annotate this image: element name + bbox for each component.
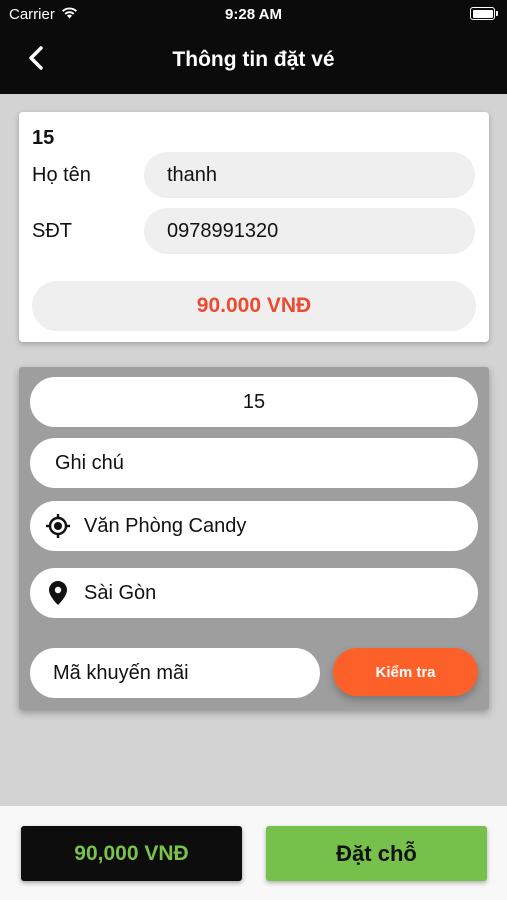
seat-field[interactable]: 15 (30, 377, 478, 427)
booking-details-card: 15 Ghi chú Văn Phòng Candy Sài Gòn Mã kh (19, 367, 489, 710)
phone-value: 0978991320 (167, 219, 279, 242)
battery-icon (470, 7, 498, 20)
note-field[interactable]: Ghi chú (30, 438, 478, 488)
pickup-value: Văn Phòng Candy (84, 514, 247, 537)
name-value: thanh (167, 163, 218, 186)
seat-number: 15 (32, 127, 55, 149)
check-promo-button[interactable]: Kiểm tra (333, 648, 478, 696)
promo-placeholder: Mã khuyến mãi (53, 661, 189, 684)
promo-code-input[interactable]: Mã khuyến mãi (30, 648, 320, 698)
status-bar: Carrier 9:28 AM (0, 0, 507, 28)
book-button[interactable]: Đặt chỗ (266, 826, 487, 881)
name-label: Họ tên (32, 164, 91, 186)
status-time: 9:28 AM (225, 6, 282, 23)
destination-field[interactable]: Sài Gòn (30, 568, 478, 618)
bottom-bar: 90,000 VNĐ Đặt chỗ (0, 806, 507, 900)
passenger-info-card: 15 Họ tên thanh SĐT 0978991320 90.000 VN… (19, 112, 489, 342)
pickup-field[interactable]: Văn Phòng Candy (30, 501, 478, 551)
total-price: 90,000 VNĐ (21, 826, 242, 881)
ticket-price: 90.000 VNĐ (32, 281, 476, 331)
seat-field-value: 15 (242, 390, 266, 413)
name-field[interactable]: thanh (144, 152, 475, 198)
phone-label: SĐT (32, 220, 72, 242)
page-title: Thông tin đặt vé (172, 48, 335, 71)
phone-field[interactable]: 0978991320 (144, 208, 475, 254)
gps-target-icon (42, 513, 74, 539)
battery-fill (472, 9, 493, 18)
map-pin-icon (42, 581, 74, 605)
note-placeholder: Ghi chú (55, 451, 124, 474)
destination-value: Sài Gòn (84, 581, 157, 604)
navigation-bar: Thông tin đặt vé (0, 28, 507, 94)
